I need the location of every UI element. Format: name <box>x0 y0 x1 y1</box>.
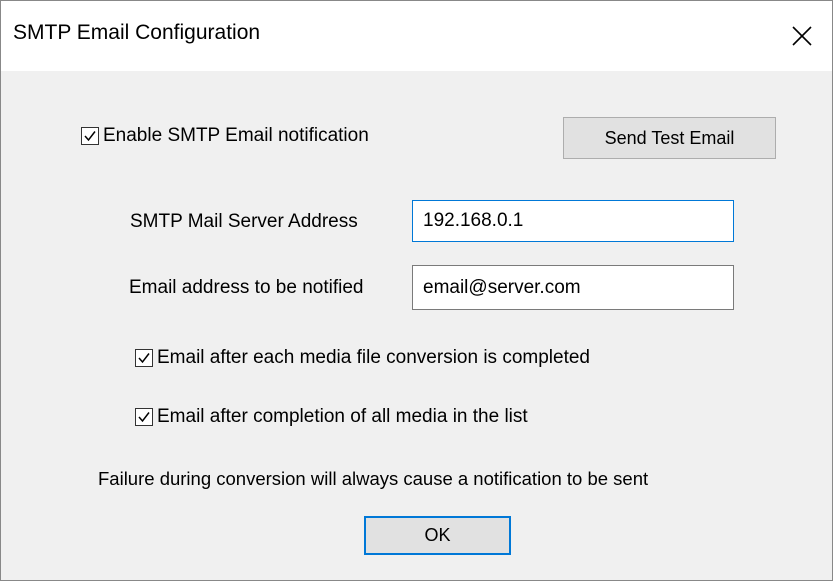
dialog-title: SMTP Email Configuration <box>13 21 261 44</box>
smtp-server-label: SMTP Mail Server Address <box>130 211 358 232</box>
email-after-all-checkbox[interactable]: Email after completion of all media in t… <box>135 406 528 428</box>
checkbox-box[interactable] <box>81 127 99 145</box>
close-button[interactable] <box>772 1 832 71</box>
failure-note: Failure during conversion will always ca… <box>98 468 649 489</box>
checkmark-icon <box>84 131 96 142</box>
email-after-each-label: Email after each media file conversion i… <box>157 347 590 368</box>
checkmark-icon <box>138 412 150 423</box>
email-after-all-label: Email after completion of all media in t… <box>157 406 528 427</box>
notify-email-label: Email address to be notified <box>129 277 364 298</box>
send-test-email-button[interactable]: Send Test Email <box>563 117 776 159</box>
enable-smtp-label: Enable SMTP Email notification <box>103 125 369 146</box>
enable-smtp-checkbox[interactable]: Enable SMTP Email notification <box>81 125 369 147</box>
ok-button[interactable]: OK <box>364 516 511 555</box>
checkbox-box[interactable] <box>135 408 153 426</box>
checkbox-box[interactable] <box>135 349 153 367</box>
close-icon <box>791 25 813 47</box>
notify-email-input[interactable] <box>412 265 734 310</box>
smtp-server-input[interactable] <box>412 200 734 242</box>
checkmark-icon <box>138 353 150 364</box>
smtp-config-dialog: SMTP Email Configuration Enable SMTP Ema… <box>0 0 833 581</box>
email-after-each-checkbox[interactable]: Email after each media file conversion i… <box>135 347 590 369</box>
title-bar: SMTP Email Configuration <box>1 1 832 71</box>
